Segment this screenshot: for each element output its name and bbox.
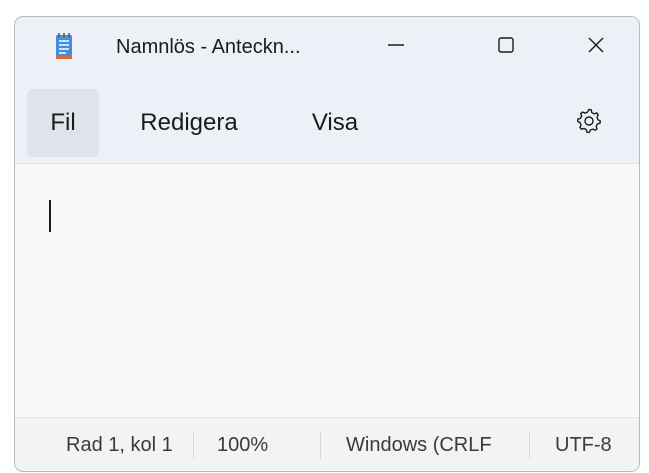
status-bar: Rad 1, kol 1 100% Windows (CRLF UTF-8 bbox=[15, 417, 639, 471]
window-title: Namnlös - Anteckn... bbox=[116, 36, 301, 58]
minimize-icon bbox=[386, 35, 406, 60]
maximize-button[interactable] bbox=[471, 17, 541, 77]
maximize-icon bbox=[496, 35, 516, 60]
minimize-button[interactable] bbox=[361, 17, 431, 77]
close-icon bbox=[586, 35, 606, 60]
gear-icon bbox=[576, 108, 602, 139]
text-editor[interactable] bbox=[15, 163, 639, 417]
encoding: UTF-8 bbox=[555, 434, 612, 456]
status-divider bbox=[529, 431, 530, 459]
title-bar[interactable]: Namnlös - Anteckn... bbox=[15, 17, 639, 83]
menu-view[interactable]: Visa bbox=[289, 89, 381, 157]
notepad-window: Namnlös - Anteckn... Fil Redigera Visa R… bbox=[14, 16, 640, 472]
text-caret bbox=[49, 200, 51, 232]
menu-edit[interactable]: Redigera bbox=[119, 89, 259, 157]
status-divider bbox=[193, 431, 194, 459]
settings-button[interactable] bbox=[569, 103, 609, 143]
close-button[interactable] bbox=[561, 17, 631, 77]
cursor-position: Rad 1, kol 1 bbox=[66, 434, 173, 456]
line-ending: Windows (CRLF bbox=[346, 434, 492, 456]
menu-file[interactable]: Fil bbox=[27, 89, 99, 157]
zoom-level: 100% bbox=[217, 434, 269, 456]
notepad-icon bbox=[55, 31, 73, 63]
menu-bar: Fil Redigera Visa bbox=[15, 83, 639, 163]
status-divider bbox=[320, 431, 321, 459]
